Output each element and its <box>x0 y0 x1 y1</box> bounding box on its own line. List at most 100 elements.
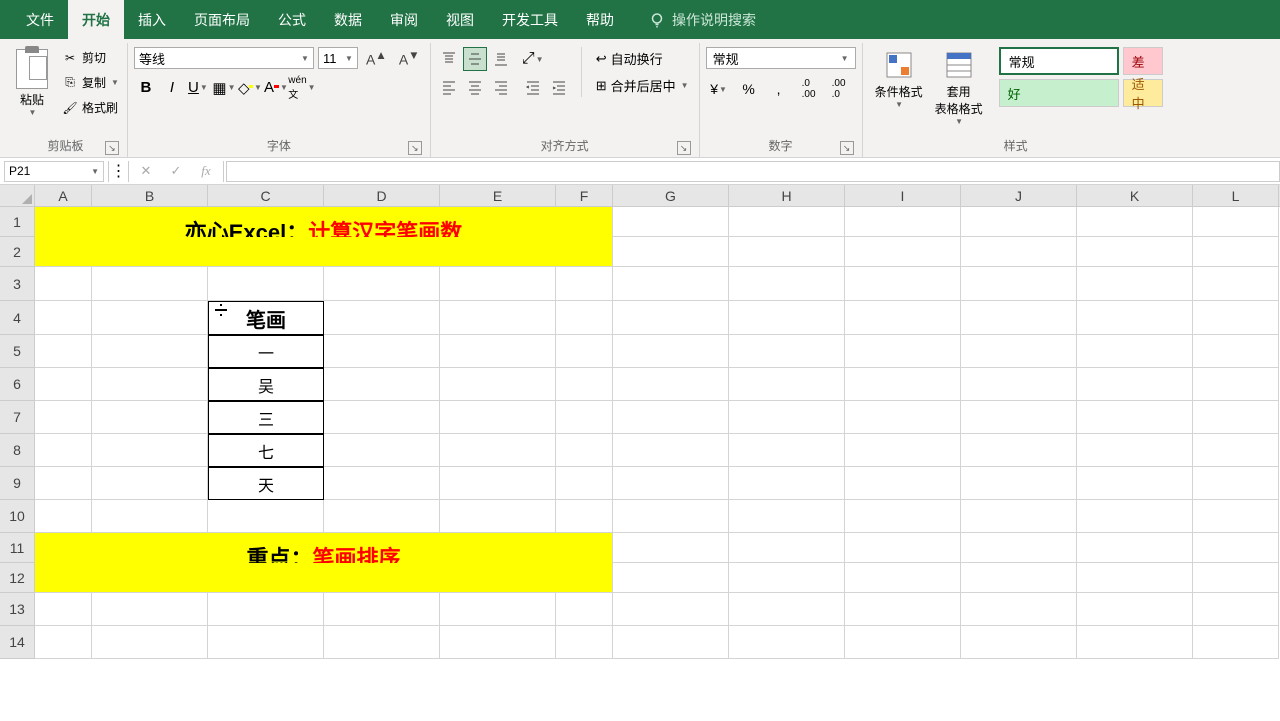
cell[interactable] <box>961 368 1077 401</box>
cell-c4[interactable]: 笔画 <box>208 301 324 335</box>
cell[interactable] <box>556 301 613 335</box>
cell[interactable] <box>440 368 556 401</box>
cell[interactable] <box>324 267 440 301</box>
cell[interactable] <box>35 368 92 401</box>
cell[interactable] <box>35 267 92 301</box>
cell[interactable] <box>729 401 845 434</box>
menu-review[interactable]: 审阅 <box>376 0 432 40</box>
dialog-launcher[interactable]: ↘ <box>677 141 691 155</box>
row-header[interactable]: 4 <box>0 301 35 335</box>
cell[interactable] <box>961 207 1077 237</box>
cell[interactable] <box>845 533 961 563</box>
cell-c8[interactable]: 七 <box>208 434 324 467</box>
decrease-indent-button[interactable] <box>521 75 545 99</box>
cancel-button[interactable]: ✕ <box>131 161 161 182</box>
row-header[interactable]: 8 <box>0 434 35 467</box>
cell[interactable] <box>440 467 556 500</box>
cell[interactable] <box>1077 563 1193 593</box>
cell[interactable] <box>1193 563 1279 593</box>
underline-button[interactable]: U▼ <box>186 76 210 100</box>
copy-button[interactable]: ⎘ 复制▼ <box>60 72 121 93</box>
cell[interactable] <box>1193 237 1279 267</box>
cell[interactable] <box>1077 237 1193 267</box>
phonetic-button[interactable]: wén文▼ <box>290 76 314 100</box>
row-header[interactable]: 6 <box>0 368 35 401</box>
cell[interactable] <box>1077 500 1193 533</box>
cell[interactable] <box>1077 593 1193 626</box>
menu-help[interactable]: 帮助 <box>572 0 628 40</box>
cell[interactable] <box>613 593 729 626</box>
cell[interactable] <box>35 434 92 467</box>
cell[interactable] <box>35 593 92 626</box>
orientation-button[interactable]: ⤢▼ <box>521 47 545 71</box>
cell[interactable] <box>35 626 92 659</box>
formula-input[interactable] <box>226 161 1280 182</box>
cell[interactable] <box>729 301 845 335</box>
cell[interactable] <box>324 301 440 335</box>
style-good[interactable]: 好 <box>999 79 1119 107</box>
cell[interactable] <box>845 563 961 593</box>
cell[interactable] <box>440 301 556 335</box>
menu-file[interactable]: 文件 <box>12 0 68 40</box>
cell[interactable] <box>92 368 208 401</box>
col-header[interactable]: L <box>1193 185 1279 206</box>
cell[interactable] <box>92 467 208 500</box>
row-header[interactable]: 14 <box>0 626 35 659</box>
cut-button[interactable]: ✂ 剪切 <box>60 47 121 68</box>
format-painter-button[interactable]: 🖌 格式刷 <box>60 97 121 118</box>
cell[interactable] <box>92 301 208 335</box>
cell[interactable] <box>845 335 961 368</box>
cell[interactable] <box>92 267 208 301</box>
align-center-button[interactable] <box>463 75 487 99</box>
cell[interactable] <box>845 434 961 467</box>
cell[interactable] <box>35 563 613 593</box>
increase-indent-button[interactable] <box>547 75 571 99</box>
cell[interactable] <box>35 335 92 368</box>
col-header[interactable]: G <box>613 185 729 206</box>
cell[interactable] <box>440 593 556 626</box>
cell-c7[interactable]: 三 <box>208 401 324 434</box>
cell[interactable] <box>1193 267 1279 301</box>
number-format-select[interactable]: 常规▼ <box>706 47 856 69</box>
align-left-button[interactable] <box>437 75 461 99</box>
tell-me-search[interactable]: 操作说明搜索 <box>648 10 756 30</box>
row-header[interactable]: 2 <box>0 237 35 267</box>
col-header[interactable]: K <box>1077 185 1193 206</box>
percent-button[interactable]: % <box>736 77 762 101</box>
bold-button[interactable]: B <box>134 76 158 100</box>
col-header[interactable]: I <box>845 185 961 206</box>
cell[interactable] <box>729 533 845 563</box>
border-button[interactable]: ▦▼ <box>212 76 236 100</box>
cell[interactable] <box>613 368 729 401</box>
cell[interactable] <box>208 626 324 659</box>
cell[interactable] <box>1077 207 1193 237</box>
cell[interactable] <box>961 533 1077 563</box>
cell[interactable] <box>961 467 1077 500</box>
cell[interactable] <box>1193 467 1279 500</box>
col-header[interactable]: F <box>556 185 613 206</box>
cell[interactable] <box>556 267 613 301</box>
cell[interactable] <box>1077 434 1193 467</box>
cell[interactable] <box>845 401 961 434</box>
decrease-decimal-button[interactable]: .00.0 <box>826 77 852 101</box>
cell[interactable] <box>961 335 1077 368</box>
font-color-button[interactable]: A▼ <box>264 76 288 100</box>
row-header[interactable]: 12 <box>0 563 35 593</box>
insert-function-button[interactable]: fx <box>191 161 221 182</box>
format-as-table-button[interactable]: 套用 表格格式▼ <box>929 47 989 128</box>
cell[interactable] <box>729 237 845 267</box>
cell[interactable] <box>92 434 208 467</box>
paste-button[interactable]: 粘贴 ▼ <box>10 47 54 119</box>
cell[interactable] <box>1077 467 1193 500</box>
cell[interactable] <box>1077 626 1193 659</box>
col-header[interactable]: B <box>92 185 208 206</box>
cell[interactable] <box>613 207 729 237</box>
menu-home[interactable]: 开始 <box>68 0 124 40</box>
cell[interactable] <box>729 207 845 237</box>
cell[interactable] <box>729 335 845 368</box>
cell[interactable] <box>324 368 440 401</box>
cell[interactable] <box>556 401 613 434</box>
cell[interactable] <box>440 335 556 368</box>
cell[interactable] <box>324 626 440 659</box>
cell[interactable] <box>613 434 729 467</box>
